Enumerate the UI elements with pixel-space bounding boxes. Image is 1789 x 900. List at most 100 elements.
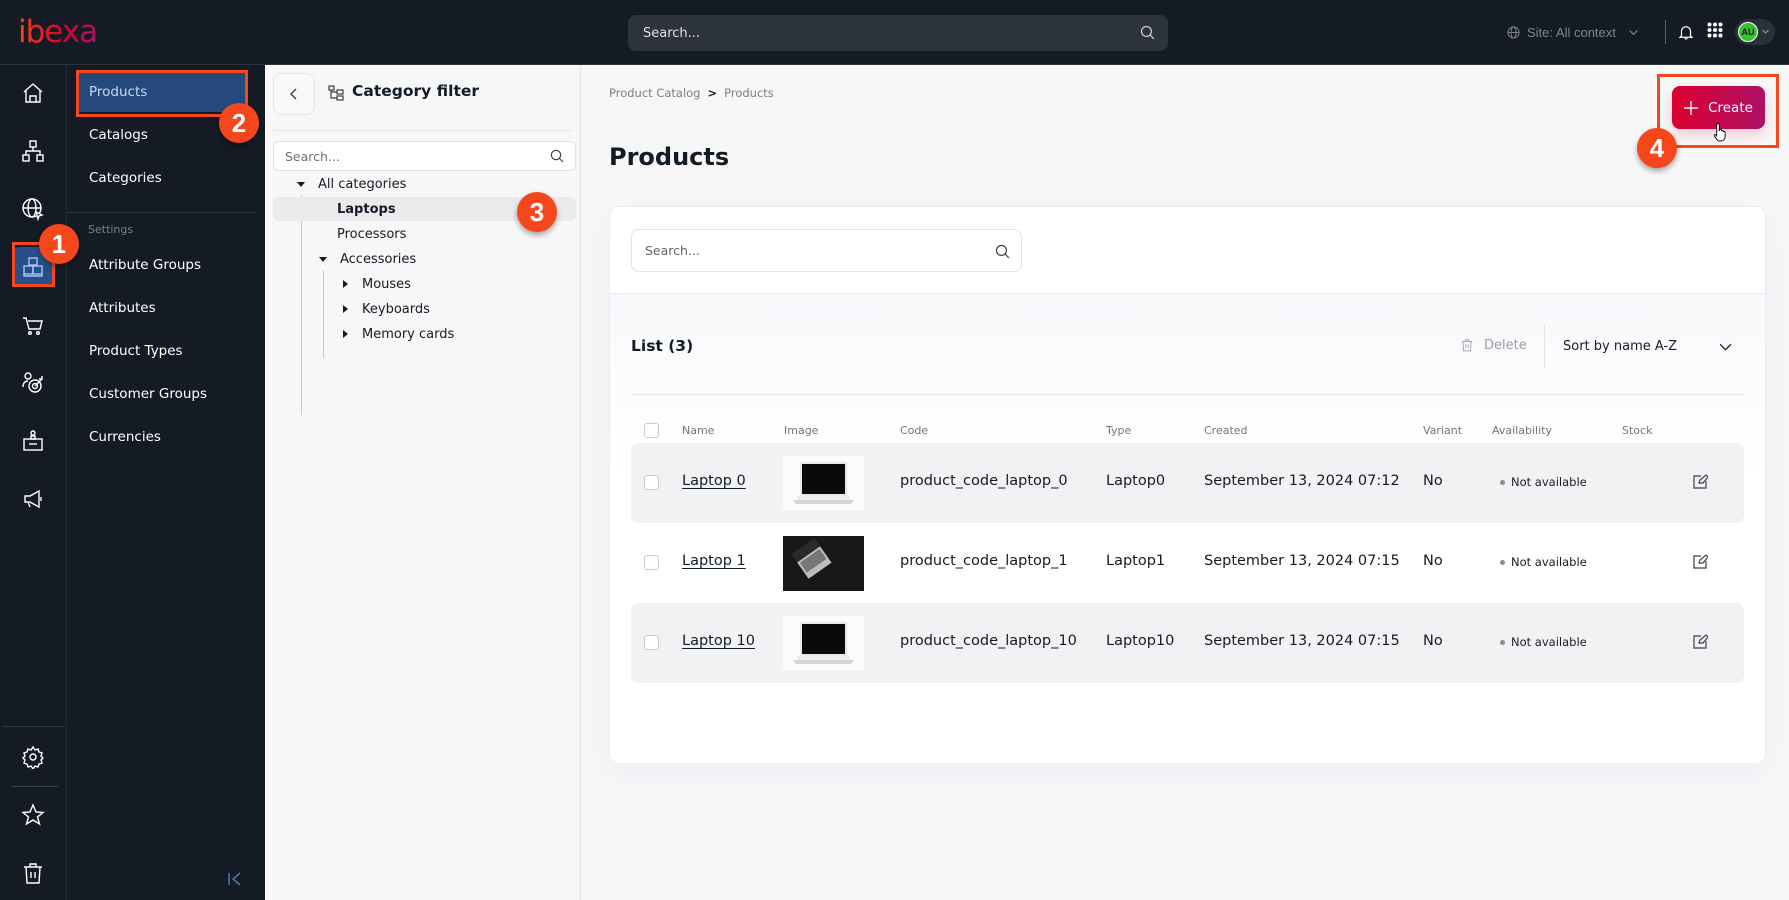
- create-button-label: Create: [1708, 99, 1753, 116]
- tree-item-laptops[interactable]: Laptops: [337, 197, 396, 221]
- product-created: September 13, 2024 07:15: [1204, 553, 1400, 569]
- category-tree-icon: [328, 85, 344, 101]
- column-header-variant: Variant: [1423, 424, 1463, 437]
- annotation-badge-3: 3: [517, 192, 557, 232]
- tree-item-all-categories[interactable]: All categories: [297, 172, 406, 196]
- column-header-availability: Availability: [1492, 424, 1552, 437]
- subnav-divider: [67, 212, 257, 213]
- rail-item-customer-portal[interactable]: [13, 363, 53, 403]
- row-checkbox[interactable]: [644, 475, 659, 490]
- subnav-item-attribute-groups[interactable]: Attribute Groups: [77, 245, 247, 285]
- search-icon[interactable]: [1139, 24, 1156, 41]
- ibexa-logo[interactable]: ibexa: [18, 14, 98, 50]
- rail-divider: [2, 726, 65, 727]
- caret-right-icon[interactable]: [343, 305, 348, 313]
- user-menu[interactable]: AU: [1735, 19, 1775, 45]
- product-thumbnail: [783, 536, 864, 591]
- subnav-item-currencies[interactable]: Currencies: [77, 417, 247, 457]
- notifications-bell-icon[interactable]: [1677, 22, 1695, 42]
- tree-guide-line: [323, 270, 324, 358]
- collapse-menu-icon[interactable]: [227, 871, 243, 887]
- product-created: September 13, 2024 07:15: [1204, 633, 1400, 649]
- category-search[interactable]: [273, 141, 576, 171]
- tree-item-keyboards[interactable]: Keyboards: [343, 297, 430, 321]
- availability-status: Not available: [1500, 635, 1587, 649]
- tree-item-memory-cards[interactable]: Memory cards: [343, 322, 454, 346]
- rail-item-admin-users[interactable]: [13, 421, 53, 461]
- search-icon[interactable]: [549, 148, 565, 164]
- rail-item-commerce[interactable]: [13, 305, 53, 345]
- column-header-stock: Stock: [1622, 424, 1653, 437]
- rail-divider: [12, 786, 58, 787]
- availability-label: Not available: [1511, 555, 1587, 569]
- column-header-created: Created: [1204, 424, 1248, 437]
- site-context-select[interactable]: Site: All context: [1506, 20, 1639, 44]
- rail-item-content-structure[interactable]: [13, 131, 53, 171]
- products-card: List (3) Delete Sort by name A-Z Name Im…: [609, 206, 1766, 763]
- edit-icon[interactable]: [1692, 554, 1708, 570]
- caret-right-icon[interactable]: [343, 280, 348, 288]
- product-name-link[interactable]: Laptop 10: [682, 633, 755, 649]
- caret-right-icon[interactable]: [343, 330, 348, 338]
- subnav-item-categories[interactable]: Categories: [77, 158, 247, 198]
- subnav-item-customer-groups[interactable]: Customer Groups: [77, 374, 247, 414]
- rail-item-bookmarks[interactable]: [13, 795, 53, 835]
- status-dot: [1500, 479, 1505, 485]
- rail-item-dashboard[interactable]: [13, 73, 53, 113]
- availability-label: Not available: [1511, 635, 1587, 649]
- chevron-down-icon: [1628, 27, 1639, 38]
- table-row[interactable]: Laptop 10 product_code_laptop_10 Laptop1…: [631, 603, 1744, 683]
- caret-down-icon[interactable]: [319, 256, 327, 262]
- row-checkbox[interactable]: [644, 555, 659, 570]
- rail-item-admin[interactable]: [13, 737, 53, 777]
- tree-item-mouses[interactable]: Mouses: [343, 272, 411, 296]
- apps-grid-icon[interactable]: [1707, 22, 1723, 38]
- product-type: Laptop0: [1106, 473, 1166, 489]
- rail-item-site[interactable]: [13, 189, 53, 229]
- delete-button[interactable]: Delete: [1460, 337, 1527, 353]
- collapse-filter-button[interactable]: [273, 73, 315, 115]
- search-icon[interactable]: [994, 243, 1011, 260]
- row-checkbox[interactable]: [644, 635, 659, 650]
- breadcrumb-item[interactable]: Product Catalog: [609, 86, 700, 100]
- edit-icon[interactable]: [1692, 634, 1708, 650]
- column-header-name[interactable]: Name: [682, 424, 714, 437]
- star-icon: [21, 803, 45, 827]
- product-code: product_code_laptop_1: [900, 553, 1068, 569]
- subnav-item-products[interactable]: Products: [77, 72, 247, 112]
- caret-down-icon[interactable]: [297, 181, 305, 187]
- product-variant: No: [1423, 473, 1443, 489]
- breadcrumb: Product Catalog > Products: [609, 86, 774, 100]
- plus-icon: [1684, 100, 1699, 115]
- tree-item-processors[interactable]: Processors: [337, 222, 406, 246]
- rail-item-trash[interactable]: [13, 853, 53, 893]
- chevron-down-icon: [1718, 339, 1733, 354]
- product-search-input[interactable]: [632, 230, 1021, 271]
- table-row[interactable]: Laptop 1 product_code_laptop_1 Laptop1 S…: [631, 523, 1744, 603]
- rail-item-marketing[interactable]: [13, 479, 53, 519]
- divider: [273, 130, 573, 131]
- tree-item-label: Keyboards: [362, 301, 430, 317]
- product-variant: No: [1423, 633, 1443, 649]
- select-all-checkbox[interactable]: [644, 423, 659, 438]
- avatar: AU: [1738, 22, 1758, 42]
- table-row[interactable]: Laptop 0 product_code_laptop_0 Laptop0 S…: [631, 443, 1744, 523]
- edit-icon[interactable]: [1692, 474, 1708, 490]
- subnav-item-product-types[interactable]: Product Types: [77, 331, 247, 371]
- search-section: [610, 207, 1765, 294]
- global-search-input[interactable]: [628, 15, 1168, 51]
- product-name-link[interactable]: Laptop 1: [682, 553, 746, 569]
- tree-item-accessories[interactable]: Accessories: [319, 247, 416, 271]
- product-name-link[interactable]: Laptop 0: [682, 473, 746, 489]
- sort-select[interactable]: Sort by name A-Z: [1563, 332, 1743, 360]
- status-dot: [1500, 559, 1505, 565]
- category-search-input[interactable]: [274, 142, 575, 170]
- cart-icon: [21, 313, 45, 337]
- global-search[interactable]: [628, 15, 1168, 51]
- breadcrumb-separator: >: [707, 86, 718, 100]
- subnav-item-attributes[interactable]: Attributes: [77, 288, 247, 328]
- product-search[interactable]: [631, 229, 1022, 272]
- product-code: product_code_laptop_10: [900, 633, 1077, 649]
- status-dot: [1500, 639, 1505, 645]
- product-catalog-icon: [21, 255, 45, 279]
